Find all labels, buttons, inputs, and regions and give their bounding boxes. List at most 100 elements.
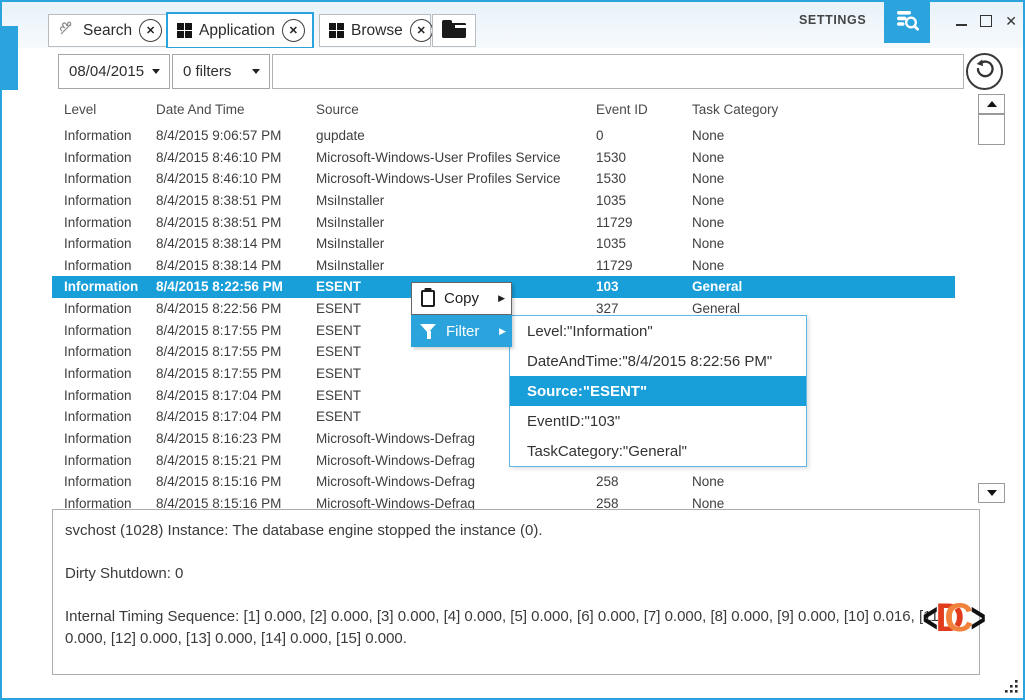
cell-date-and-time: 8/4/2015 8:38:51 PM	[156, 190, 281, 212]
table-row[interactable]: Information 8/4/2015 8:15:16 PM Microsof…	[52, 493, 955, 510]
column-header-level[interactable]: Level	[64, 98, 96, 122]
tab-search[interactable]: Search ✕	[48, 14, 167, 47]
cell-source: Microsoft-Windows-Defrag	[316, 428, 475, 450]
table-row[interactable]: Information 8/4/2015 8:46:10 PM Microsof…	[52, 168, 955, 190]
left-accent-bar	[2, 26, 18, 90]
windows-icon	[329, 23, 344, 38]
filter-submenu-item[interactable]: DateAndTime:"8/4/2015 8:22:56 PM"	[510, 346, 806, 376]
date-dropdown[interactable]: 08/04/2015	[58, 54, 170, 89]
cell-source: ESENT	[316, 406, 361, 428]
cell-source: Microsoft-Windows-Defrag	[316, 493, 475, 510]
cell-date-and-time: 8/4/2015 8:17:55 PM	[156, 363, 281, 385]
tab-browse[interactable]: Browse ✕	[319, 14, 431, 47]
filter-submenu-item[interactable]: Source:"ESENT"	[510, 376, 806, 406]
cell-source: ESENT	[316, 320, 361, 342]
cell-event-id: 258	[596, 471, 619, 493]
details-line-2: Dirty Shutdown: 0	[65, 563, 965, 585]
table-row[interactable]: Information 8/4/2015 9:06:57 PM gupdate …	[52, 125, 955, 147]
cell-level: Information	[64, 363, 132, 385]
filters-dropdown-value: 0 filters	[183, 63, 231, 80]
vertical-scrollbar[interactable]	[978, 94, 1005, 504]
filters-dropdown[interactable]: 0 filters	[172, 54, 270, 89]
cell-level: Information	[64, 147, 132, 169]
cell-level: Information	[64, 320, 132, 342]
date-dropdown-value: 08/04/2015	[69, 63, 144, 80]
maximize-button[interactable]	[980, 15, 992, 27]
windows-icon	[177, 23, 192, 38]
tab-application-label: Application	[199, 22, 275, 40]
table-row[interactable]: Information 8/4/2015 8:17:55 PM ESENT	[52, 363, 955, 385]
cell-event-id: 11729	[596, 212, 633, 234]
cell-date-and-time: 8/4/2015 8:15:16 PM	[156, 493, 281, 510]
close-icon[interactable]: ✕	[282, 19, 305, 42]
scroll-up-button[interactable]	[978, 94, 1005, 114]
cell-date-and-time: 8/4/2015 8:17:55 PM	[156, 341, 281, 363]
cell-date-and-time: 8/4/2015 8:38:14 PM	[156, 255, 281, 277]
resize-grip[interactable]	[1003, 678, 1019, 694]
column-header-task-category[interactable]: Task Category	[692, 98, 778, 122]
table-row[interactable]: Information 8/4/2015 8:38:14 PM MsiInsta…	[52, 233, 955, 255]
cell-event-id: 1035	[596, 233, 626, 255]
column-header-event-id[interactable]: Event ID	[596, 98, 648, 122]
scrollbar-thumb[interactable]	[978, 114, 1005, 145]
cell-task-category: None	[692, 255, 724, 277]
close-icon[interactable]: ✕	[139, 19, 162, 42]
cell-level: Information	[64, 255, 132, 277]
tab-application[interactable]: Application ✕	[166, 12, 314, 49]
cell-level: Information	[64, 233, 132, 255]
close-window-button[interactable]: ✕	[1005, 14, 1017, 28]
table-row[interactable]: Information 8/4/2015 8:38:51 PM MsiInsta…	[52, 212, 955, 234]
refresh-button[interactable]	[966, 53, 1003, 90]
cell-task-category: None	[692, 233, 724, 255]
cell-level: Information	[64, 125, 132, 147]
tab-open-folder[interactable]	[432, 14, 476, 47]
cell-event-id: 103	[596, 276, 619, 298]
filter-submenu-item[interactable]: TaskCategory:"General"	[510, 436, 806, 466]
search-input[interactable]	[272, 54, 964, 89]
cell-event-id: 258	[596, 493, 619, 510]
filter-submenu-item[interactable]: Level:"Information"	[510, 316, 806, 346]
submenu-arrow-icon: ▶	[499, 327, 506, 336]
table-row[interactable]: Information 8/4/2015 8:38:14 PM MsiInsta…	[52, 255, 955, 277]
table-row[interactable]: Information 8/4/2015 8:16:23 PM Microsof…	[52, 428, 955, 450]
chevron-down-icon	[152, 69, 160, 74]
cell-event-id: 1530	[596, 168, 626, 190]
cell-source: MsiInstaller	[316, 190, 384, 212]
filter-submenu-item-label: EventID:"103"	[527, 413, 620, 430]
app-window: Search ✕ Application ✕ Browse ✕ SETTINGS	[0, 0, 1025, 700]
close-icon[interactable]: ✕	[410, 19, 433, 42]
cell-event-id: 11729	[596, 255, 633, 277]
minimize-button[interactable]	[956, 24, 967, 26]
funnel-icon	[420, 323, 437, 339]
cell-event-id: 1530	[596, 147, 626, 169]
cell-date-and-time: 8/4/2015 8:17:04 PM	[156, 385, 281, 407]
table-row[interactable]: Information 8/4/2015 8:15:16 PM Microsof…	[52, 471, 955, 493]
cell-level: Information	[64, 190, 132, 212]
column-header-date-and-time[interactable]: Date And Time	[156, 98, 245, 122]
table-row[interactable]: Information 8/4/2015 8:46:10 PM Microsof…	[52, 147, 955, 169]
settings-button[interactable]: SETTINGS	[799, 13, 866, 27]
table-row[interactable]: Information 8/4/2015 8:17:04 PM ESENT	[52, 406, 955, 428]
cell-task-category: None	[692, 147, 724, 169]
cell-date-and-time: 8/4/2015 8:38:51 PM	[156, 212, 281, 234]
cell-level: Information	[64, 450, 132, 472]
tab-browse-label: Browse	[351, 22, 403, 40]
cell-task-category: None	[692, 190, 724, 212]
filter-submenu-item[interactable]: EventID:"103"	[510, 406, 806, 436]
app-logo-button[interactable]	[884, 2, 930, 43]
cell-source: Microsoft-Windows-User Profiles Service	[316, 168, 561, 190]
cell-task-category: None	[692, 471, 724, 493]
table-row[interactable]: Information 8/4/2015 8:17:04 PM ESENT	[52, 385, 955, 407]
cell-task-category: None	[692, 125, 724, 147]
cell-task-category: None	[692, 168, 724, 190]
dc-watermark-logo: < D C >	[918, 598, 991, 638]
context-menu-filter[interactable]: Filter ▶	[411, 315, 512, 347]
angle-bracket-right-icon: >	[971, 598, 986, 638]
context-menu-copy[interactable]: Copy ▶	[411, 282, 512, 315]
cell-level: Information	[64, 471, 132, 493]
column-header-source[interactable]: Source	[316, 98, 359, 122]
cell-level: Information	[64, 493, 132, 510]
scroll-down-button[interactable]	[978, 483, 1005, 503]
table-row[interactable]: Information 8/4/2015 8:15:21 PM Microsof…	[52, 450, 955, 472]
table-row[interactable]: Information 8/4/2015 8:38:51 PM MsiInsta…	[52, 190, 955, 212]
